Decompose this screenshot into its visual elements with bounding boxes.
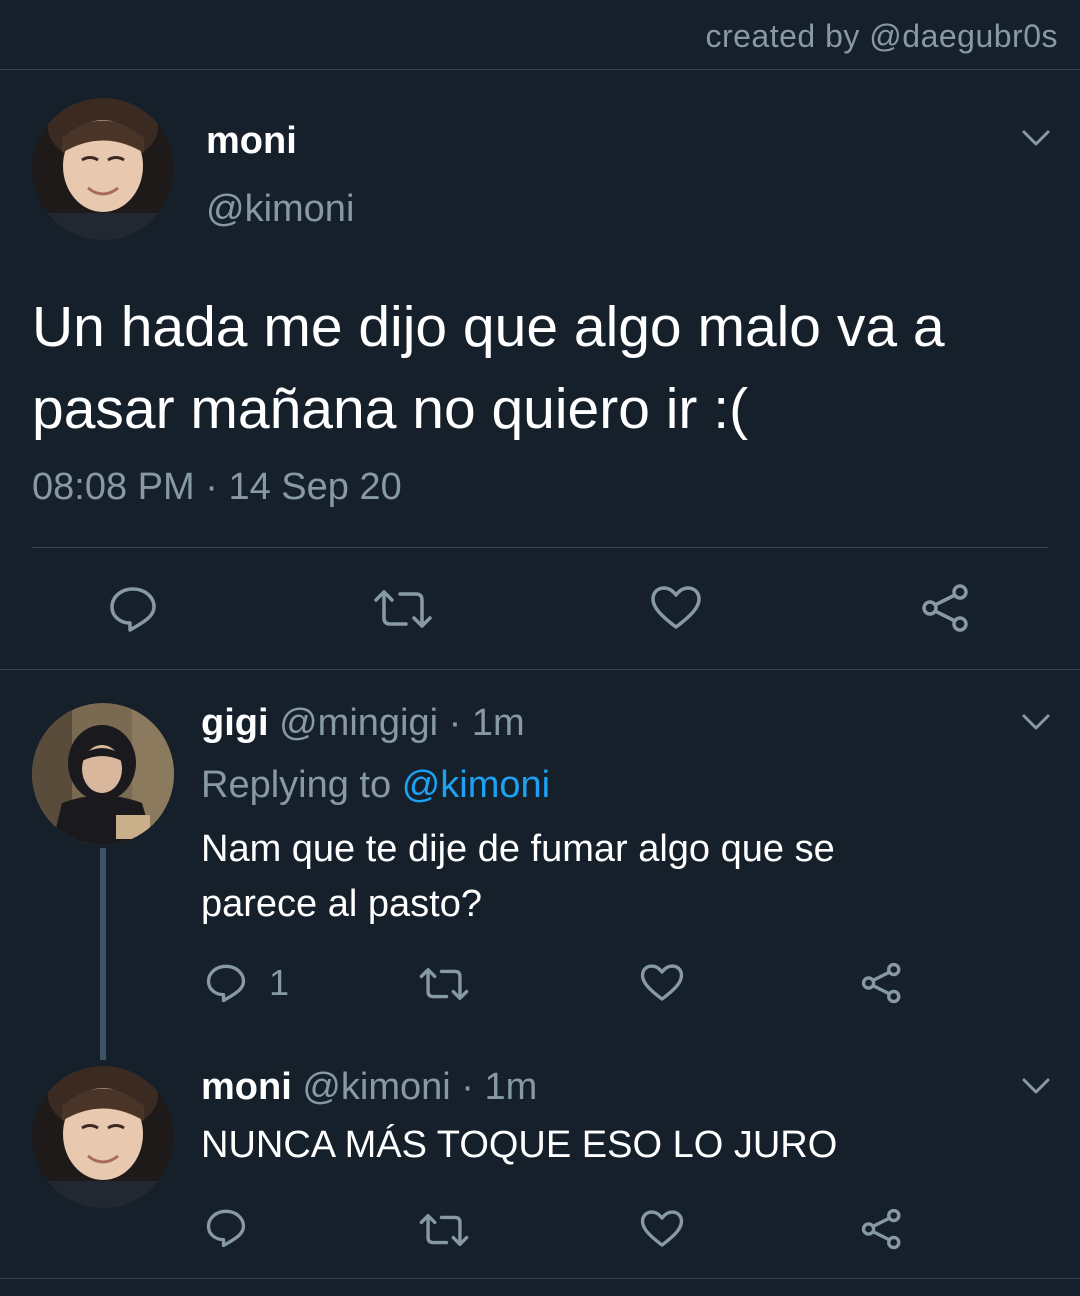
thread-connector-line (100, 848, 106, 1060)
reply1-replying-to: Replying to @kimoni (201, 764, 550, 807)
speech-bubble-icon (110, 587, 156, 632)
reply1-share-button[interactable] (860, 962, 904, 1004)
creator-credit: created by @daegubr0s (705, 18, 1058, 54)
main-tweet-text: Un hada me dijo que algo malo va a pasar… (32, 286, 1062, 450)
share-icon (861, 962, 901, 1004)
share-icon (861, 1208, 901, 1250)
speech-bubble-icon (206, 1209, 246, 1248)
tweet-date: 14 Sep 20 (228, 466, 402, 508)
reply2-handle[interactable]: @kimoni (302, 1066, 450, 1108)
main-handle[interactable]: @kimoni (206, 188, 354, 231)
reply1-display-name[interactable]: gigi (201, 702, 269, 744)
reply2-age: 1m (484, 1066, 538, 1108)
reply2-header: moni @kimoni · 1m (201, 1066, 537, 1109)
main-share-button[interactable] (920, 583, 972, 633)
reply1-retweet-button[interactable] (418, 966, 470, 1002)
chevron-down-icon[interactable] (1020, 1074, 1052, 1098)
reply1-separator: · (448, 702, 462, 744)
reply2-reply-button[interactable] (205, 1208, 247, 1248)
reply1-like-button[interactable] (640, 963, 684, 1003)
main-tweet-timestamp: 08:08 PM · 14 Sep 20 (32, 466, 402, 509)
top-divider (0, 69, 1080, 70)
replying-to-handle-link[interactable]: @kimoni (402, 764, 550, 806)
heart-icon (651, 586, 701, 629)
main-tweet-line-1: Un hada me dijo que algo malo va a (32, 295, 945, 359)
main-display-name[interactable]: moni (206, 120, 297, 163)
main-tweet-line-2: pasar mañana no quiero ir :( (32, 377, 749, 441)
main-reply-button[interactable] (108, 585, 158, 633)
reply1-age: 1m (471, 702, 525, 744)
reply2-text: NUNCA MÁS TOQUE ESO LO JURO (201, 1124, 838, 1166)
chevron-down-icon[interactable] (1020, 710, 1052, 734)
main-like-button[interactable] (650, 585, 702, 631)
reply1-reply-button[interactable]: 1 (205, 962, 289, 1004)
bottom-divider (0, 1278, 1080, 1279)
reply1-header: gigi @mingigi · 1m (201, 702, 525, 745)
retweet-icon (374, 590, 432, 628)
reply2-display-name[interactable]: moni (201, 1066, 292, 1108)
timestamp-separator: · (205, 466, 218, 508)
avatar-moni-main[interactable] (32, 98, 174, 240)
speech-bubble-icon (206, 964, 246, 1003)
reply1-text-line-2: parece al pasto? (201, 883, 482, 925)
reply2-separator: · (461, 1066, 474, 1108)
replying-to-label: Replying to (201, 764, 392, 806)
reply2-share-button[interactable] (860, 1208, 904, 1250)
reply2-retweet-button[interactable] (418, 1212, 470, 1248)
reply1-handle[interactable]: @mingigi (279, 702, 438, 744)
reply1-text: Nam que te dije de fumar algo que se par… (201, 822, 835, 932)
share-icon (922, 584, 968, 632)
reply1-reply-count: 1 (269, 962, 290, 1003)
chevron-down-icon[interactable] (1020, 126, 1052, 150)
heart-icon (640, 1210, 684, 1247)
retweet-icon (419, 968, 469, 1000)
avatar-moni-reply[interactable] (32, 1066, 174, 1208)
heart-icon (640, 964, 684, 1001)
main-section-divider (0, 669, 1080, 670)
reply2-like-button[interactable] (640, 1209, 684, 1249)
reply1-text-line-1: Nam que te dije de fumar algo que se (201, 828, 835, 870)
main-retweet-button[interactable] (372, 588, 434, 630)
main-tweet-divider (32, 547, 1048, 548)
retweet-icon (419, 1214, 469, 1246)
avatar-gigi[interactable] (32, 703, 174, 845)
tweet-time: 08:08 PM (32, 466, 195, 508)
